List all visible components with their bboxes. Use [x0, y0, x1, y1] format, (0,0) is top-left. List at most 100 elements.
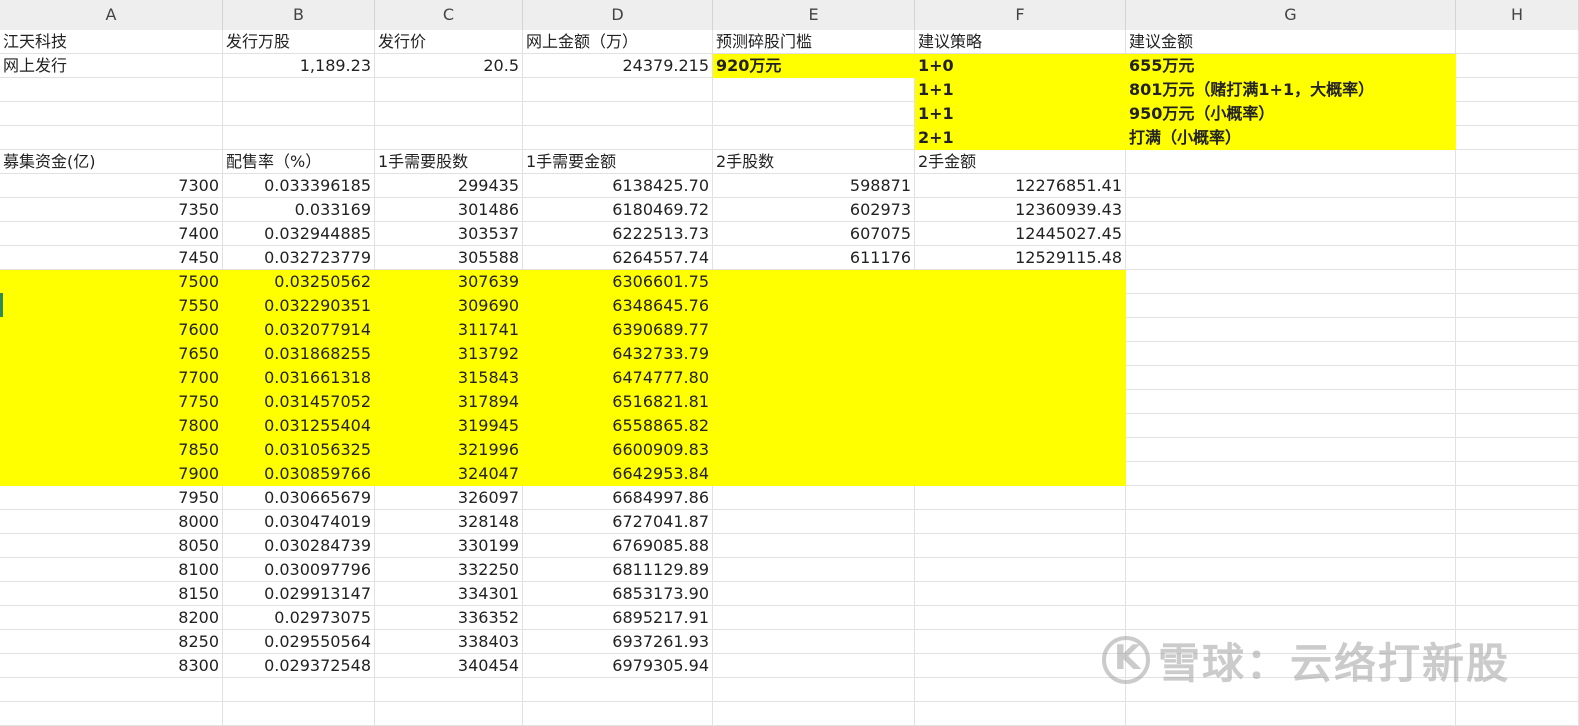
cell-d26[interactable]: 6937261.93 [523, 630, 713, 654]
cell-g29[interactable] [1126, 702, 1456, 726]
cell-g12[interactable] [1126, 294, 1456, 318]
cell-g4[interactable]: 950万元（小概率） [1126, 102, 1456, 126]
cell-f23[interactable] [915, 558, 1126, 582]
cell-d12[interactable]: 6348645.76 [523, 294, 713, 318]
cell-b20[interactable]: 0.030665679 [223, 486, 375, 510]
cell-e13[interactable] [713, 318, 915, 342]
column-header-g[interactable]: G [1126, 0, 1456, 30]
column-header-a[interactable]: A [0, 0, 223, 30]
cell-a17[interactable]: 7800 [0, 414, 223, 438]
cell-c4[interactable] [375, 102, 523, 126]
cell-f1[interactable]: 建议策略 [915, 30, 1126, 54]
cell-d9[interactable]: 6222513.73 [523, 222, 713, 246]
cell-f4[interactable]: 1+1 [915, 102, 1126, 126]
cell-c29[interactable] [375, 702, 523, 726]
cell-e11[interactable] [713, 270, 915, 294]
column-header-f[interactable]: F [915, 0, 1126, 30]
cell-d20[interactable]: 6684997.86 [523, 486, 713, 510]
cell-h4[interactable] [1456, 102, 1579, 126]
cell-f25[interactable] [915, 606, 1126, 630]
cell-f18[interactable] [915, 438, 1126, 462]
cell-b6[interactable]: 配售率（%） [223, 150, 375, 174]
cell-e22[interactable] [713, 534, 915, 558]
cell-e7[interactable]: 598871 [713, 174, 915, 198]
cell-e10[interactable]: 611176 [713, 246, 915, 270]
cell-a19[interactable]: 7900 [0, 462, 223, 486]
cell-b8[interactable]: 0.033169 [223, 198, 375, 222]
cell-g7[interactable] [1126, 174, 1456, 198]
cell-d23[interactable]: 6811129.89 [523, 558, 713, 582]
cell-f19[interactable] [915, 462, 1126, 486]
cell-a6[interactable]: 募集资金(亿) [0, 150, 223, 174]
cell-d29[interactable] [523, 702, 713, 726]
cell-f9[interactable]: 12445027.45 [915, 222, 1126, 246]
cell-c9[interactable]: 303537 [375, 222, 523, 246]
cell-b2[interactable]: 1,189.23 [223, 54, 375, 78]
cell-b19[interactable]: 0.030859766 [223, 462, 375, 486]
cell-g11[interactable] [1126, 270, 1456, 294]
cell-h19[interactable] [1456, 462, 1579, 486]
cell-g14[interactable] [1126, 342, 1456, 366]
cell-a24[interactable]: 8150 [0, 582, 223, 606]
cell-c11[interactable]: 307639 [375, 270, 523, 294]
cell-f2[interactable]: 1+0 [915, 54, 1126, 78]
cell-b3[interactable] [223, 78, 375, 102]
cell-a2[interactable]: 网上发行 [0, 54, 223, 78]
cell-g22[interactable] [1126, 534, 1456, 558]
cell-f16[interactable] [915, 390, 1126, 414]
cell-d24[interactable]: 6853173.90 [523, 582, 713, 606]
cell-f15[interactable] [915, 366, 1126, 390]
cell-a14[interactable]: 7650 [0, 342, 223, 366]
cell-a20[interactable]: 7950 [0, 486, 223, 510]
cell-e5[interactable] [713, 126, 915, 150]
cell-g20[interactable] [1126, 486, 1456, 510]
cell-c5[interactable] [375, 126, 523, 150]
cell-b7[interactable]: 0.033396185 [223, 174, 375, 198]
cell-b10[interactable]: 0.032723779 [223, 246, 375, 270]
cell-c13[interactable]: 311741 [375, 318, 523, 342]
cell-d17[interactable]: 6558865.82 [523, 414, 713, 438]
cell-f22[interactable] [915, 534, 1126, 558]
cell-c8[interactable]: 301486 [375, 198, 523, 222]
cell-b13[interactable]: 0.032077914 [223, 318, 375, 342]
cell-b23[interactable]: 0.030097796 [223, 558, 375, 582]
cell-h20[interactable] [1456, 486, 1579, 510]
cell-h12[interactable] [1456, 294, 1579, 318]
cell-g21[interactable] [1126, 510, 1456, 534]
cell-c23[interactable]: 332250 [375, 558, 523, 582]
cell-e16[interactable] [713, 390, 915, 414]
cell-e2[interactable]: 920万元 [713, 54, 915, 78]
cell-d14[interactable]: 6432733.79 [523, 342, 713, 366]
cell-c10[interactable]: 305588 [375, 246, 523, 270]
cell-b1[interactable]: 发行万股 [223, 30, 375, 54]
cell-d11[interactable]: 6306601.75 [523, 270, 713, 294]
cell-a4[interactable] [0, 102, 223, 126]
cell-e28[interactable] [713, 678, 915, 702]
cell-c2[interactable]: 20.5 [375, 54, 523, 78]
cell-b12[interactable]: 0.032290351 [223, 294, 375, 318]
cell-b14[interactable]: 0.031868255 [223, 342, 375, 366]
cell-g9[interactable] [1126, 222, 1456, 246]
cell-a13[interactable]: 7600 [0, 318, 223, 342]
cell-c25[interactable]: 336352 [375, 606, 523, 630]
cell-a10[interactable]: 7450 [0, 246, 223, 270]
column-header-e[interactable]: E [713, 0, 915, 30]
column-header-b[interactable]: B [223, 0, 375, 30]
cell-f24[interactable] [915, 582, 1126, 606]
cell-c22[interactable]: 330199 [375, 534, 523, 558]
cell-h22[interactable] [1456, 534, 1579, 558]
cell-f3[interactable]: 1+1 [915, 78, 1126, 102]
cell-c6[interactable]: 1手需要股数 [375, 150, 523, 174]
cell-d6[interactable]: 1手需要金额 [523, 150, 713, 174]
cell-d16[interactable]: 6516821.81 [523, 390, 713, 414]
cell-d27[interactable]: 6979305.94 [523, 654, 713, 678]
cell-g16[interactable] [1126, 390, 1456, 414]
cell-g15[interactable] [1126, 366, 1456, 390]
cell-h29[interactable] [1456, 702, 1579, 726]
cell-b28[interactable] [223, 678, 375, 702]
cell-h8[interactable] [1456, 198, 1579, 222]
cell-a9[interactable]: 7400 [0, 222, 223, 246]
cell-a16[interactable]: 7750 [0, 390, 223, 414]
cell-e9[interactable]: 607075 [713, 222, 915, 246]
cell-g17[interactable] [1126, 414, 1456, 438]
